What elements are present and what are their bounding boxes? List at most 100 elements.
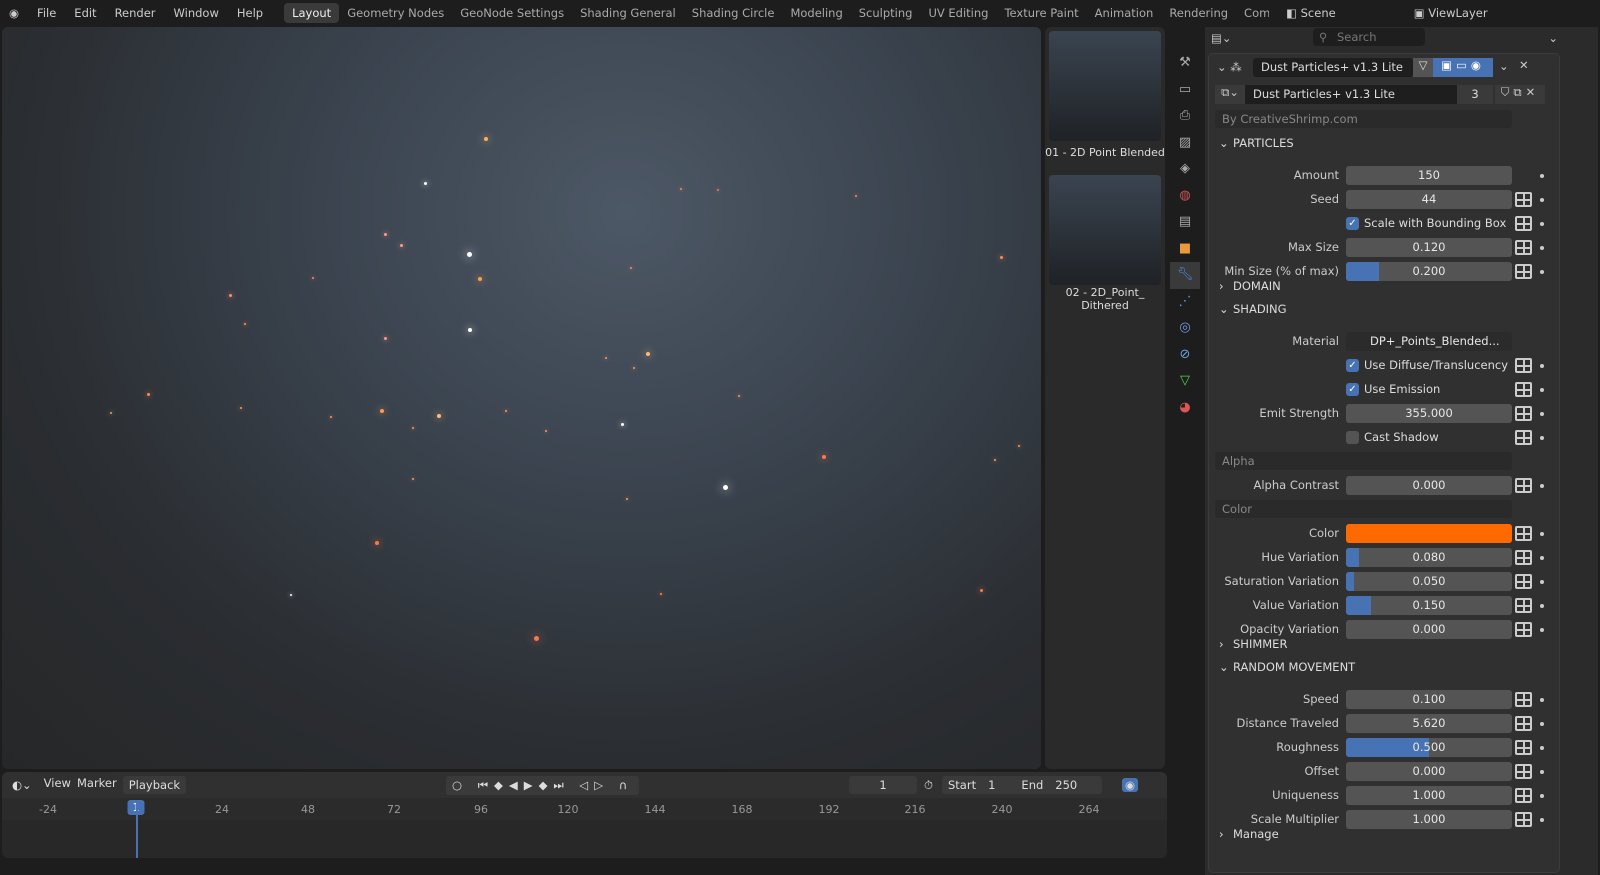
keyframe-decorator-icon[interactable] [1515, 406, 1532, 421]
playback-controls[interactable]: ○ ⏮◆◀▶◆⏭ ◁▷ ∩ [446, 775, 640, 795]
playhead[interactable] [136, 802, 138, 858]
keyframe-decorator-icon[interactable] [1515, 812, 1532, 827]
menu-render[interactable]: Render [106, 6, 165, 20]
keyframe-decorator-icon[interactable] [1515, 358, 1532, 373]
checkbox-label[interactable]: Scale with Bounding Box [1364, 216, 1506, 230]
asset-thumbnail[interactable] [1049, 31, 1161, 141]
number-field[interactable]: 0.100 [1346, 690, 1512, 709]
remove-modifier-icon[interactable]: ✕ [1519, 58, 1529, 72]
editor-type-icon[interactable]: ◐⌄ [12, 778, 32, 792]
end-frame[interactable]: 250 [1055, 778, 1077, 792]
object-icon[interactable]: ■ [1170, 236, 1200, 263]
number-field[interactable]: 355.000 [1346, 404, 1512, 423]
tab-workspace[interactable]: Rendering [1161, 3, 1236, 23]
tab-workspace[interactable]: Shading General [572, 3, 684, 23]
checkbox[interactable]: ✓ [1346, 217, 1359, 230]
data-icon[interactable]: ▽ [1170, 368, 1200, 395]
blender-logo-icon[interactable]: ◉ [0, 6, 28, 20]
3d-viewport[interactable] [2, 27, 1041, 769]
animate-dot-icon[interactable] [1540, 198, 1544, 202]
material-icon[interactable]: ◕ [1170, 395, 1200, 422]
keyframe-decorator-icon[interactable] [1515, 622, 1532, 637]
animate-dot-icon[interactable] [1540, 246, 1544, 250]
number-field[interactable]: 44 [1346, 190, 1512, 209]
animate-dot-icon[interactable] [1540, 604, 1544, 608]
section-header-random-movement[interactable]: ⌄ RANDOM MOVEMENT [1209, 660, 1561, 682]
modifier-wrench-icon[interactable]: 🔧︎ [1170, 262, 1200, 289]
animate-dot-icon[interactable] [1540, 628, 1544, 632]
keyframe-decorator-icon[interactable] [1515, 264, 1532, 279]
number-field[interactable]: 0.050 [1346, 572, 1512, 591]
keyframe-decorator-icon[interactable] [1515, 740, 1532, 755]
tab-workspace[interactable]: Modeling [782, 3, 850, 23]
animate-dot-icon[interactable] [1540, 222, 1544, 226]
fake-user-duplicate-unlink[interactable]: ⛉⧉✕ [1495, 85, 1545, 104]
view-layer-selector[interactable]: ▣ ViewLayer [1405, 6, 1497, 20]
animate-dot-icon[interactable] [1540, 174, 1544, 178]
checkbox-label[interactable]: Use Emission [1364, 382, 1440, 396]
timeline-menu-marker[interactable]: Marker [77, 776, 117, 794]
tab-workspace[interactable]: Animation [1087, 3, 1162, 23]
tab-workspace[interactable]: Texture Paint [996, 3, 1086, 23]
node-group-browse-icon[interactable]: ⧉⌄ [1215, 85, 1245, 104]
checkbox[interactable]: ✓ [1346, 383, 1359, 396]
keyframe-decorator-icon[interactable] [1515, 692, 1532, 707]
number-field[interactable]: 0.000 [1346, 476, 1512, 495]
animate-dot-icon[interactable] [1540, 746, 1544, 750]
animate-dot-icon[interactable] [1540, 364, 1544, 368]
edit-mode-toggle-icon[interactable]: ▽ [1413, 58, 1433, 77]
keyframe-decorator-icon[interactable] [1515, 526, 1532, 541]
start-frame[interactable]: 1 [988, 778, 995, 792]
keyframe-decorator-icon[interactable] [1515, 430, 1532, 445]
section-header-shimmer[interactable]: › SHIMMER [1209, 637, 1561, 659]
section-header-shading[interactable]: ⌄ SHADING [1209, 302, 1561, 324]
number-field[interactable]: 0.150 [1346, 596, 1512, 615]
tab-workspace[interactable]: Sculpting [851, 3, 921, 23]
material-selector[interactable]: DP+_Points_Blended... [1346, 332, 1512, 351]
number-field[interactable]: 0.080 [1346, 548, 1512, 567]
number-field[interactable]: 0.500 [1346, 738, 1512, 757]
scene-icon[interactable]: ◈ [1170, 156, 1200, 183]
checkbox[interactable]: ✓ [1346, 359, 1359, 372]
keyframe-decorator-icon[interactable] [1515, 716, 1532, 731]
tool-icon[interactable]: ⚒ [1170, 50, 1200, 77]
number-field[interactable]: 0.120 [1346, 238, 1512, 257]
asset-thumbnail[interactable] [1049, 175, 1161, 285]
animate-dot-icon[interactable] [1540, 770, 1544, 774]
animate-dot-icon[interactable] [1540, 698, 1544, 702]
menu-help[interactable]: Help [228, 6, 272, 20]
keyframe-decorator-icon[interactable] [1515, 574, 1532, 589]
output-icon[interactable]: ⎙ [1170, 103, 1200, 130]
keyframe-decorator-icon[interactable] [1515, 478, 1532, 493]
checkbox-label[interactable]: Cast Shadow [1364, 430, 1439, 444]
number-field[interactable]: 0.000 [1346, 762, 1512, 781]
animate-dot-icon[interactable] [1540, 532, 1544, 536]
scene-selector[interactable]: ◧ Scene [1277, 6, 1345, 20]
keyframe-decorator-icon[interactable] [1515, 598, 1532, 613]
keyframe-decorator-icon[interactable] [1515, 550, 1532, 565]
checkbox[interactable] [1346, 431, 1359, 444]
render-icon[interactable]: ▭ [1170, 77, 1200, 104]
physics-icon[interactable]: ◎ [1170, 315, 1200, 342]
animate-dot-icon[interactable] [1540, 818, 1544, 822]
dropdown-chevron-icon[interactable]: ⌄ [1499, 59, 1509, 73]
animate-dot-icon[interactable] [1540, 388, 1544, 392]
tab-workspace[interactable]: UV Editing [920, 3, 996, 23]
menu-window[interactable]: Window [165, 6, 228, 20]
menu-edit[interactable]: Edit [65, 6, 105, 20]
tab-workspace[interactable]: Shading Circle [684, 3, 783, 23]
collection-icon[interactable]: ▤ [1170, 209, 1200, 236]
particles-icon[interactable]: ⋰ [1170, 289, 1200, 316]
animate-dot-icon[interactable] [1540, 436, 1544, 440]
number-field[interactable]: 5.620 [1346, 714, 1512, 733]
frame-range[interactable]: Start 1 End 250 [942, 776, 1102, 794]
visibility-toggles[interactable]: ▣▭◉ [1433, 58, 1493, 77]
animate-dot-icon[interactable] [1540, 794, 1544, 798]
keyframe-decorator-icon[interactable] [1515, 216, 1532, 231]
options-chevron-icon[interactable]: ⌄ [1548, 31, 1558, 45]
editor-type-icon[interactable]: ▤⌄ [1211, 31, 1232, 45]
tab-workspace[interactable]: Geometry Nodes [339, 3, 452, 23]
current-frame-input[interactable]: 1 [849, 776, 917, 794]
animate-dot-icon[interactable] [1540, 484, 1544, 488]
collapse-chevron-icon[interactable]: ⌄ ⁂ [1217, 60, 1242, 74]
